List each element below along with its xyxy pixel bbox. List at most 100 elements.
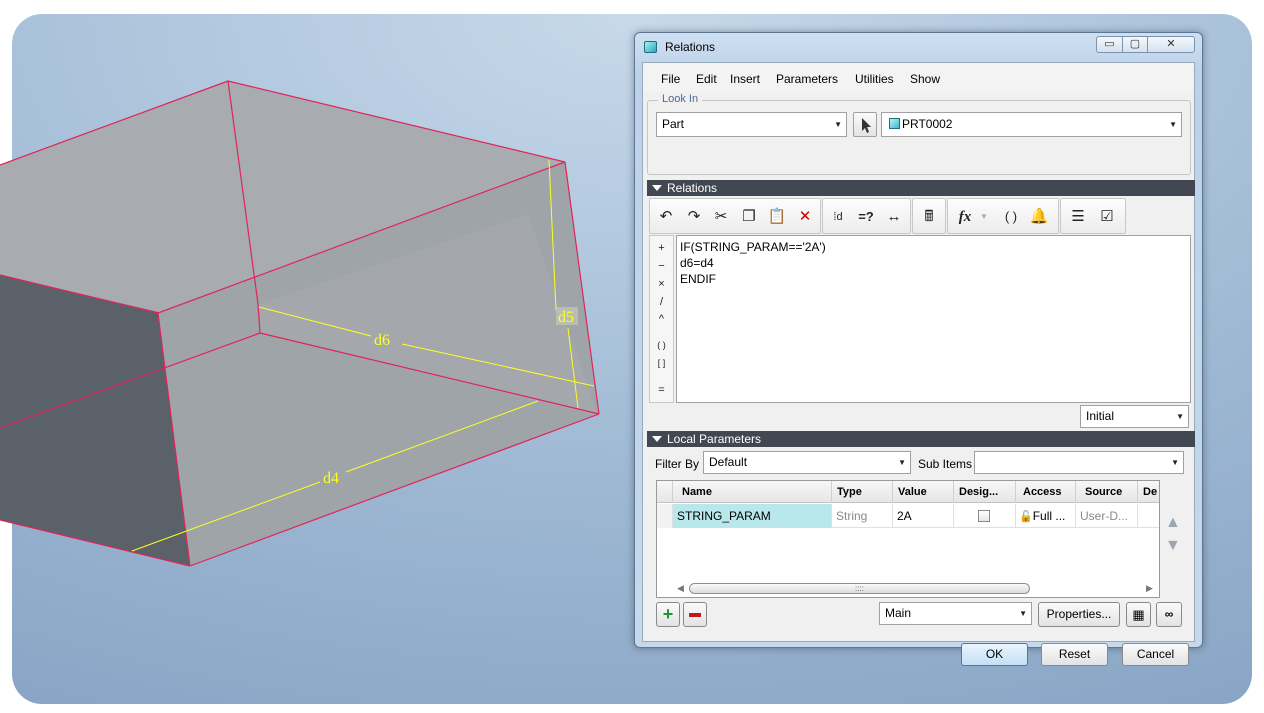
verify-icon[interactable]: 🖩 bbox=[917, 205, 941, 229]
cut-icon[interactable]: ✂ bbox=[709, 205, 733, 229]
param-value-cell[interactable]: 2A bbox=[893, 504, 954, 528]
redo-icon[interactable]: ↷ bbox=[682, 205, 706, 229]
look-in-type-select[interactable]: Part ▼ bbox=[656, 112, 847, 137]
properties-button[interactable]: Properties... bbox=[1038, 602, 1120, 627]
table-header: Name Type Value Desig... Access Source D… bbox=[657, 481, 1159, 503]
scroll-right-icon[interactable]: ▶ bbox=[1146, 583, 1153, 594]
menu-insert[interactable]: Insert bbox=[730, 72, 760, 86]
remove-parameter-button[interactable] bbox=[683, 602, 707, 627]
columns-icon: ▦ bbox=[1132, 607, 1145, 622]
function-dropdown-icon[interactable]: ▼ bbox=[977, 205, 991, 229]
lock-icon: 🔓 bbox=[1019, 511, 1033, 523]
column-header-value[interactable]: Value bbox=[893, 481, 954, 503]
column-header-access[interactable]: Access bbox=[1016, 481, 1076, 503]
move-up-icon[interactable]: ▲ bbox=[1165, 514, 1181, 532]
copy-icon[interactable]: ❐ bbox=[737, 205, 761, 229]
menu-parameters[interactable]: Parameters bbox=[776, 72, 838, 86]
maximize-button[interactable]: ▢ bbox=[1122, 36, 1148, 53]
column-header-description[interactable]: De bbox=[1138, 481, 1159, 503]
paste-icon[interactable]: 📋 bbox=[765, 205, 789, 229]
select-model-button[interactable] bbox=[853, 112, 877, 137]
relations-section-header[interactable]: Relations bbox=[647, 180, 1195, 196]
sub-items-select[interactable]: ▼ bbox=[974, 451, 1184, 474]
multiply-operator-button[interactable]: × bbox=[650, 278, 673, 290]
table-row[interactable]: STRING_PARAM String 2A 🔓Full ... User-D.… bbox=[657, 504, 1159, 528]
menu-show[interactable]: Show bbox=[910, 72, 940, 86]
plus-operator-button[interactable]: + bbox=[650, 242, 673, 254]
power-operator-button[interactable]: ^ bbox=[650, 313, 673, 325]
unit-icon[interactable]: ↔ bbox=[882, 205, 906, 229]
menu-file[interactable]: File bbox=[661, 72, 680, 86]
param-access-cell[interactable]: 🔓Full ... bbox=[1016, 504, 1076, 528]
chevron-down-icon: ▼ bbox=[898, 458, 906, 467]
move-down-icon[interactable]: ▼ bbox=[1165, 537, 1181, 555]
scrollbar-thumb[interactable]: :::: bbox=[689, 583, 1030, 594]
chevron-down-icon: ▼ bbox=[834, 120, 842, 129]
param-description-cell[interactable] bbox=[1138, 504, 1159, 528]
look-in-model-value: PRT0002 bbox=[902, 117, 953, 131]
dimension-label-d6[interactable]: d6 bbox=[374, 332, 390, 349]
param-source-cell[interactable]: User-D... bbox=[1076, 504, 1138, 528]
minus-icon bbox=[689, 612, 701, 617]
collapse-triangle-icon bbox=[652, 185, 662, 191]
sort-relations-icon[interactable]: ☰ bbox=[1066, 205, 1090, 229]
scroll-left-icon[interactable]: ◀ bbox=[677, 583, 684, 594]
filter-by-select[interactable]: Default ▼ bbox=[703, 451, 911, 474]
add-parameter-button[interactable]: + bbox=[656, 602, 680, 627]
menu-bar: File Edit Insert Parameters Utilities Sh… bbox=[643, 63, 1194, 92]
look-in-type-value: Part bbox=[662, 117, 685, 131]
delete-icon[interactable]: ✕ bbox=[793, 205, 817, 229]
cancel-button[interactable]: Cancel bbox=[1122, 643, 1189, 666]
chevron-down-icon: ▼ bbox=[1176, 412, 1184, 421]
table-columns-button[interactable]: ▦ bbox=[1126, 602, 1151, 627]
close-button[interactable]: ✕ bbox=[1147, 36, 1195, 53]
equals-operator-button[interactable]: = bbox=[650, 384, 673, 396]
filter-by-value: Default bbox=[709, 455, 748, 469]
relation-mode-select[interactable]: Initial ▼ bbox=[1080, 405, 1189, 428]
verify-relations-icon[interactable]: ☑ bbox=[1095, 205, 1119, 229]
function-icon[interactable]: fx bbox=[953, 205, 977, 229]
look-in-model-select[interactable]: PRT0002 ▼ bbox=[881, 112, 1182, 137]
chevron-down-icon: ▼ bbox=[1019, 609, 1027, 618]
parameters-table: Name Type Value Desig... Access Source D… bbox=[656, 480, 1160, 598]
relations-editor[interactable]: IF(STRING_PARAM=='2A') d6=d4 ENDIF bbox=[676, 235, 1191, 403]
show-dimension-icon[interactable]: ⁞d bbox=[826, 205, 850, 229]
column-header-source[interactable]: Source bbox=[1076, 481, 1138, 503]
menu-utilities[interactable]: Utilities bbox=[855, 72, 894, 86]
look-in-group: Look In Part ▼ PRT0002 ▼ bbox=[647, 93, 1191, 175]
dimension-label-d5[interactable]: d5 bbox=[558, 309, 574, 326]
title-bar[interactable]: Relations ▭ ▢ ✕ bbox=[635, 33, 1202, 61]
undo-icon[interactable]: ↶ bbox=[654, 205, 678, 229]
look-in-label: Look In bbox=[658, 93, 703, 105]
menu-edit[interactable]: Edit bbox=[696, 72, 717, 86]
view-select[interactable]: Main ▼ bbox=[879, 602, 1032, 625]
ok-button[interactable]: OK bbox=[961, 643, 1028, 666]
dimension-label-d4[interactable]: d4 bbox=[323, 470, 339, 487]
reset-button[interactable]: Reset bbox=[1041, 643, 1108, 666]
relation-line: IF(STRING_PARAM=='2A') bbox=[680, 240, 826, 254]
edit-tool-group: ↶ ↷ ✂ ❐ 📋 ✕ bbox=[649, 198, 821, 234]
local-parameters-section-header[interactable]: Local Parameters bbox=[647, 431, 1195, 447]
column-header-designate[interactable]: Desig... bbox=[954, 481, 1016, 503]
relations-app-icon bbox=[644, 41, 657, 53]
param-name-cell[interactable]: STRING_PARAM bbox=[673, 504, 832, 528]
brackets-operator-button[interactable]: [ ] bbox=[650, 358, 673, 368]
parentheses-icon[interactable]: ( ) bbox=[999, 205, 1023, 229]
param-type-cell[interactable]: String bbox=[832, 504, 893, 528]
relation-mode-value: Initial bbox=[1086, 409, 1115, 423]
designate-checkbox[interactable] bbox=[978, 510, 990, 522]
column-header-type[interactable]: Type bbox=[832, 481, 893, 503]
search-parameters-button[interactable]: ∞ bbox=[1156, 602, 1182, 627]
chevron-down-icon: ▼ bbox=[1169, 120, 1177, 129]
divide-operator-button[interactable]: / bbox=[650, 296, 673, 308]
column-header-name[interactable]: Name bbox=[673, 481, 832, 503]
horizontal-scrollbar[interactable]: ◀ :::: ▶ bbox=[673, 581, 1159, 595]
evaluate-icon[interactable]: =? bbox=[854, 205, 878, 229]
minus-operator-button[interactable]: − bbox=[650, 260, 673, 272]
function-tool-group: fx ▼ ( ) 🔔 bbox=[947, 198, 1059, 234]
operator-strip: + − × / ^ ( ) [ ] = bbox=[649, 235, 674, 403]
minimize-button[interactable]: ▭ bbox=[1096, 36, 1123, 53]
relations-toolbar: ↶ ↷ ✂ ❐ 📋 ✕ ⁞d =? ↔ 🖩 fx ▼ ( ) 🔔 ☰ ☑ bbox=[649, 198, 1190, 234]
parentheses-operator-button[interactable]: ( ) bbox=[650, 340, 673, 350]
sort-icon[interactable]: 🔔 bbox=[1027, 205, 1051, 229]
